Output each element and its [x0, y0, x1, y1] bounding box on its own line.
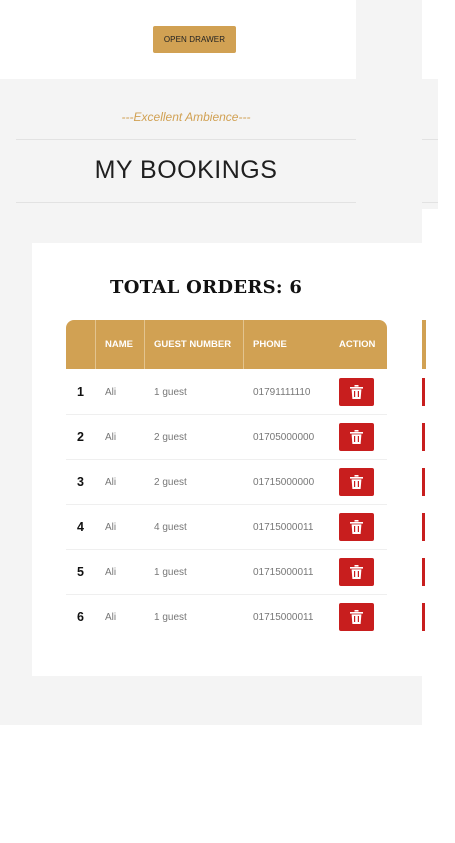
row-phone: 01715000011 [253, 612, 314, 623]
divider-top [16, 139, 356, 140]
page-title: MY BOOKINGS [94, 156, 278, 184]
row-guest-number: 4 guest [154, 522, 187, 533]
clipped-table-header [422, 320, 426, 369]
row-guest-number: 1 guest [154, 612, 187, 623]
delete-booking-button[interactable] [339, 603, 374, 631]
row-index: 2 [77, 430, 84, 444]
trash-icon [350, 610, 363, 624]
row-name: Ali [105, 432, 117, 443]
section-tagline: ---Excellent Ambience--- [121, 110, 251, 124]
divider-bottom-extension [422, 202, 438, 203]
row-phone: 01715000011 [253, 522, 314, 533]
clipped-delete-button [422, 603, 425, 631]
table-row: 1 Ali 1 guest 01791111110 [66, 370, 387, 415]
row-guest-number: 2 guest [154, 432, 187, 443]
trash-icon [350, 430, 363, 444]
clipped-delete-button [422, 423, 425, 451]
trash-icon [350, 475, 363, 489]
delete-booking-button[interactable] [339, 468, 374, 496]
delete-booking-button[interactable] [339, 558, 374, 586]
column-header-guest-number: GUEST NUMBER [154, 339, 232, 350]
delete-booking-button[interactable] [339, 513, 374, 541]
delete-booking-button[interactable] [339, 423, 374, 451]
clipped-delete-button [422, 468, 425, 496]
row-index: 6 [77, 610, 84, 624]
row-phone: 01791111110 [253, 387, 311, 398]
table-row: 6 Ali 1 guest 01715000011 [66, 595, 387, 640]
column-header-action: ACTION [339, 339, 376, 350]
column-separator [95, 320, 96, 369]
trash-icon [350, 565, 363, 579]
row-index: 5 [77, 565, 84, 579]
column-separator [144, 320, 145, 369]
row-index: 1 [77, 385, 84, 399]
table-row: 3 Ali 2 guest 01715000000 [66, 460, 387, 505]
table-row: 2 Ali 2 guest 01705000000 [66, 415, 387, 460]
total-orders-heading: TOTAL ORDERS: 6 [110, 277, 303, 298]
row-index: 3 [77, 475, 84, 489]
clipped-delete-button [422, 378, 425, 406]
row-name: Ali [105, 387, 117, 398]
row-phone: 01715000000 [253, 477, 315, 488]
table-row: 4 Ali 4 guest 01715000011 [66, 505, 387, 550]
divider-top-extension [422, 139, 438, 140]
row-name: Ali [105, 567, 117, 578]
row-phone: 01705000000 [253, 432, 315, 443]
column-header-phone: PHONE [253, 339, 287, 350]
table-header: NAME GUEST NUMBER PHONE ACTION [66, 320, 387, 369]
row-guest-number: 1 guest [154, 567, 187, 578]
divider-bottom [16, 202, 356, 203]
column-header-name: NAME [105, 339, 133, 350]
table-row: 5 Ali 1 guest 01715000011 [66, 550, 387, 595]
clipped-delete-button [422, 513, 425, 541]
row-name: Ali [105, 612, 117, 623]
row-name: Ali [105, 477, 117, 488]
open-drawer-button[interactable]: OPEN DRAWER [153, 26, 236, 53]
page-background-strip [422, 79, 438, 209]
delete-booking-button[interactable] [339, 378, 374, 406]
column-separator [243, 320, 244, 369]
row-guest-number: 1 guest [154, 387, 187, 398]
row-index: 4 [77, 520, 84, 534]
trash-icon [350, 520, 363, 534]
clipped-delete-button [422, 558, 425, 586]
column-header-index [66, 320, 95, 369]
row-phone: 01715000011 [253, 567, 314, 578]
row-name: Ali [105, 522, 117, 533]
trash-icon [350, 385, 363, 399]
row-guest-number: 2 guest [154, 477, 187, 488]
